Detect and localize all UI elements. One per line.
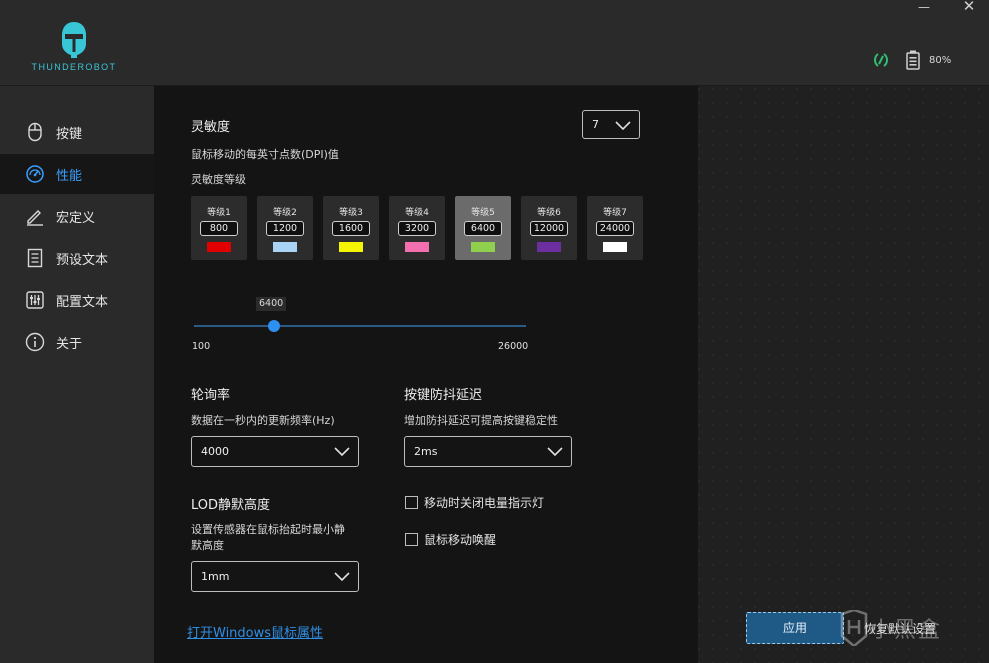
level-count-value: 7 (592, 118, 599, 131)
dpi-level-name: 等级5 (471, 208, 495, 218)
polling-rate-select[interactable]: 4000 (191, 436, 359, 467)
dpi-level-value-input[interactable]: 6400 (464, 221, 502, 236)
top-bar: THUNDEROBOT — ✕ 80% (0, 0, 989, 86)
dpi-level-color-swatch[interactable] (405, 242, 429, 252)
sidebar-item-label: 配置文本 (56, 295, 109, 310)
polling-rate-value: 4000 (201, 445, 229, 458)
polling-title: 轮询率 (191, 388, 231, 403)
wake-on-move-label: 鼠标移动唤醒 (424, 533, 497, 547)
dpi-level-color-swatch[interactable] (537, 242, 561, 252)
sidebar: 按键 性能 宏定义 预设文本 配置文本 关于 (0, 86, 154, 663)
dpi-level-value-input[interactable]: 1600 (332, 221, 370, 236)
sidebar-item-buttons[interactable]: 按键 (0, 112, 154, 152)
sidebar-item-macro[interactable]: 宏定义 (0, 196, 154, 236)
dpi-level-card[interactable]: 等级5 6400 (455, 196, 511, 260)
sidebar-item-label: 按键 (56, 127, 83, 142)
info-icon (25, 332, 45, 352)
debounce-select[interactable]: 2ms (404, 436, 572, 467)
dpi-level-value-input[interactable]: 24000 (596, 221, 634, 236)
minimize-button[interactable]: — (918, 0, 932, 14)
sensitivity-desc: 鼠标移动的每英寸点数(DPI)值 (191, 148, 339, 161)
close-button[interactable]: ✕ (961, 0, 977, 14)
robot-head-icon (62, 22, 86, 58)
dpi-level-card[interactable]: 等级1 800 (191, 196, 247, 260)
led-off-checkbox[interactable] (405, 496, 418, 509)
sidebar-item-about[interactable]: 关于 (0, 322, 154, 362)
dpi-level-value-input[interactable]: 3200 (398, 221, 436, 236)
gauge-icon (26, 165, 44, 183)
lod-value: 1mm (201, 570, 230, 583)
mouse-icon (28, 122, 42, 142)
dpi-level-card[interactable]: 等级2 1200 (257, 196, 313, 260)
chevron-down-icon (615, 121, 631, 131)
dpi-level-color-swatch[interactable] (207, 242, 231, 252)
reset-defaults-button[interactable]: 恢复默认设置 (864, 620, 936, 637)
debounce-desc: 增加防抖延迟可提高按键稳定性 (404, 414, 558, 427)
dpi-level-value-input[interactable]: 12000 (530, 221, 568, 236)
lod-desc-line1: 设置传感器在鼠标抬起时最小静 (191, 523, 345, 536)
polling-desc: 数据在一秒内的更新频率(Hz) (191, 414, 335, 427)
dpi-level-value-input[interactable]: 800 (200, 221, 238, 236)
lod-title: LOD静默高度 (191, 498, 271, 513)
slider-min-label: 100 (192, 341, 211, 352)
dpi-level-name: 等级1 (207, 208, 231, 218)
dpi-level-color-swatch[interactable] (339, 242, 363, 252)
brand-logo: THUNDEROBOT (28, 20, 120, 72)
slider-value-tooltip: 6400 (256, 297, 287, 311)
dpi-slider-thumb[interactable] (267, 320, 280, 332)
sensitivity-title: 灵敏度 (191, 120, 231, 135)
sidebar-item-performance[interactable]: 性能 (0, 154, 154, 194)
dpi-level-color-swatch[interactable] (471, 242, 495, 252)
battery-level: 80% (929, 55, 952, 66)
pen-icon (27, 210, 43, 226)
sidebar-item-label: 性能 (56, 169, 83, 184)
sidebar-item-label: 宏定义 (56, 211, 96, 226)
chevron-down-icon (334, 447, 350, 457)
dpi-level-card[interactable]: 等级6 12000 (521, 196, 577, 260)
dpi-level-card[interactable]: 等级7 24000 (587, 196, 643, 260)
debounce-value: 2ms (414, 445, 438, 458)
level-count-select[interactable]: 7 (582, 110, 640, 139)
dpi-level-name: 等级4 (405, 208, 429, 218)
wake-on-move-checkbox[interactable] (405, 533, 418, 546)
battery-icon (906, 50, 920, 70)
led-off-label: 移动时关闭电量指示灯 (424, 496, 545, 510)
chevron-down-icon (547, 447, 563, 457)
dpi-level-name: 等级2 (273, 208, 297, 218)
slider-max-label: 26000 (498, 341, 529, 352)
sidebar-item-preset-text[interactable]: 预设文本 (0, 238, 154, 278)
dpi-level-card[interactable]: 等级3 1600 (323, 196, 379, 260)
dpi-level-value-input[interactable]: 1200 (266, 221, 304, 236)
dpi-level-color-swatch[interactable] (273, 242, 297, 252)
connection-icon (874, 53, 888, 67)
dpi-level-card[interactable]: 等级4 3200 (389, 196, 445, 260)
brand-name: THUNDEROBOT (31, 62, 117, 72)
dpi-level-name: 等级6 (537, 208, 561, 218)
dpi-level-color-swatch[interactable] (603, 242, 627, 252)
dpi-level-name: 等级3 (339, 208, 363, 218)
sidebar-item-label: 预设文本 (56, 253, 109, 268)
chevron-down-icon (334, 572, 350, 582)
sensitivity-levels-label: 灵敏度等级 (191, 173, 246, 186)
preview-pane (698, 86, 989, 663)
dpi-level-name: 等级7 (603, 208, 627, 218)
sliders-icon (26, 291, 44, 309)
dpi-slider-track[interactable] (194, 325, 526, 327)
sidebar-item-label: 关于 (56, 337, 83, 352)
debounce-title: 按键防抖延迟 (404, 388, 483, 403)
windows-mouse-properties-link[interactable]: 打开Windows鼠标属性 (187, 622, 323, 641)
apply-button[interactable]: 应用 (746, 612, 844, 644)
lod-select[interactable]: 1mm (191, 561, 359, 592)
document-icon (27, 248, 43, 268)
sidebar-item-config-text[interactable]: 配置文本 (0, 280, 154, 320)
lod-desc-line2: 默高度 (191, 539, 224, 552)
